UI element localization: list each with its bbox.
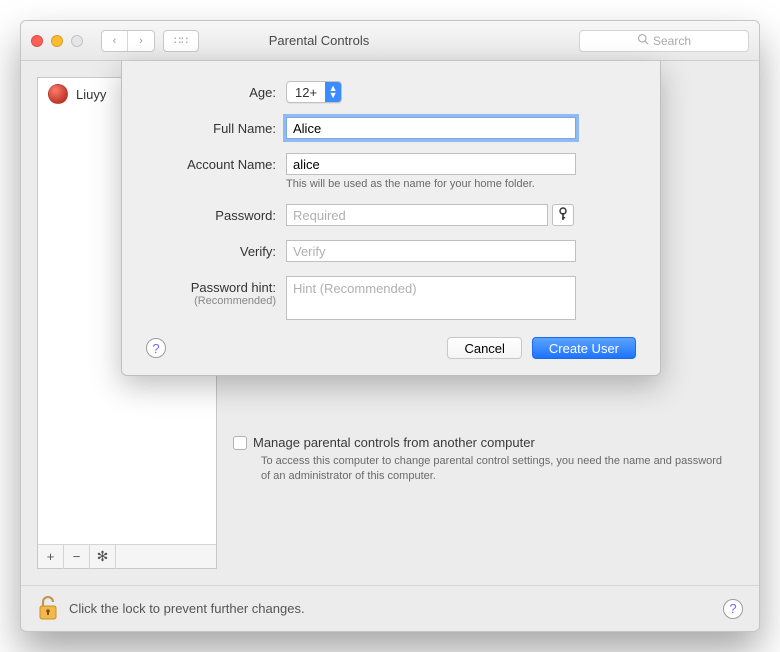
- sidebar-item-label: Liuyy: [76, 87, 106, 102]
- hint-sublabel: (Recommended): [146, 295, 276, 307]
- full-name-label: Full Name:: [146, 117, 286, 136]
- age-select-value: 12+: [287, 85, 325, 100]
- chevron-updown-icon: ▲▼: [325, 82, 341, 102]
- cancel-button[interactable]: Cancel: [447, 337, 521, 359]
- sidebar-toolbar: + − ✻: [38, 544, 216, 568]
- avatar: [48, 84, 68, 104]
- preferences-window: ‹ › ∷∷ Parental Controls Search Liuyy +: [20, 20, 760, 632]
- manage-remote-checkbox[interactable]: [233, 436, 247, 450]
- help-button[interactable]: ?: [723, 599, 743, 619]
- verify-input[interactable]: [286, 240, 576, 262]
- minimize-window-icon[interactable]: [51, 35, 63, 47]
- lock-icon[interactable]: [37, 596, 59, 622]
- titlebar: ‹ › ∷∷ Parental Controls Search: [21, 21, 759, 61]
- search-placeholder: Search: [653, 34, 691, 48]
- search-icon: [637, 33, 649, 48]
- password-input[interactable]: [286, 204, 548, 226]
- lock-text: Click the lock to prevent further change…: [69, 601, 305, 616]
- hint-textarea[interactable]: [286, 276, 576, 320]
- password-label: Password:: [146, 204, 286, 223]
- key-icon: [557, 207, 569, 224]
- manage-remote-label: Manage parental controls from another co…: [253, 435, 535, 450]
- age-label: Age:: [146, 81, 286, 100]
- action-menu-button[interactable]: ✻: [90, 545, 116, 569]
- verify-label: Verify:: [146, 240, 286, 259]
- add-user-button[interactable]: +: [38, 545, 64, 569]
- window-title: Parental Controls: [67, 33, 571, 48]
- account-name-hint: This will be used as the name for your h…: [286, 178, 636, 190]
- hint-label: Password hint: (Recommended): [146, 276, 286, 307]
- remove-user-button[interactable]: −: [64, 545, 90, 569]
- manage-remote-help: To access this computer to change parent…: [261, 454, 733, 485]
- account-name-label: Account Name:: [146, 153, 286, 172]
- create-user-sheet: Age: 12+ ▲▼ Full Name: Account Name: Thi…: [121, 61, 661, 376]
- full-name-input[interactable]: [286, 117, 576, 139]
- close-window-icon[interactable]: [31, 35, 43, 47]
- account-name-input[interactable]: [286, 153, 576, 175]
- create-user-button[interactable]: Create User: [532, 337, 636, 359]
- age-select[interactable]: 12+ ▲▼: [286, 81, 342, 103]
- sheet-help-button[interactable]: ?: [146, 338, 166, 358]
- search-input[interactable]: Search: [579, 30, 749, 52]
- manage-remote-section: Manage parental controls from another co…: [233, 435, 733, 485]
- footer: Click the lock to prevent further change…: [21, 585, 759, 631]
- password-assistant-button[interactable]: [552, 204, 574, 226]
